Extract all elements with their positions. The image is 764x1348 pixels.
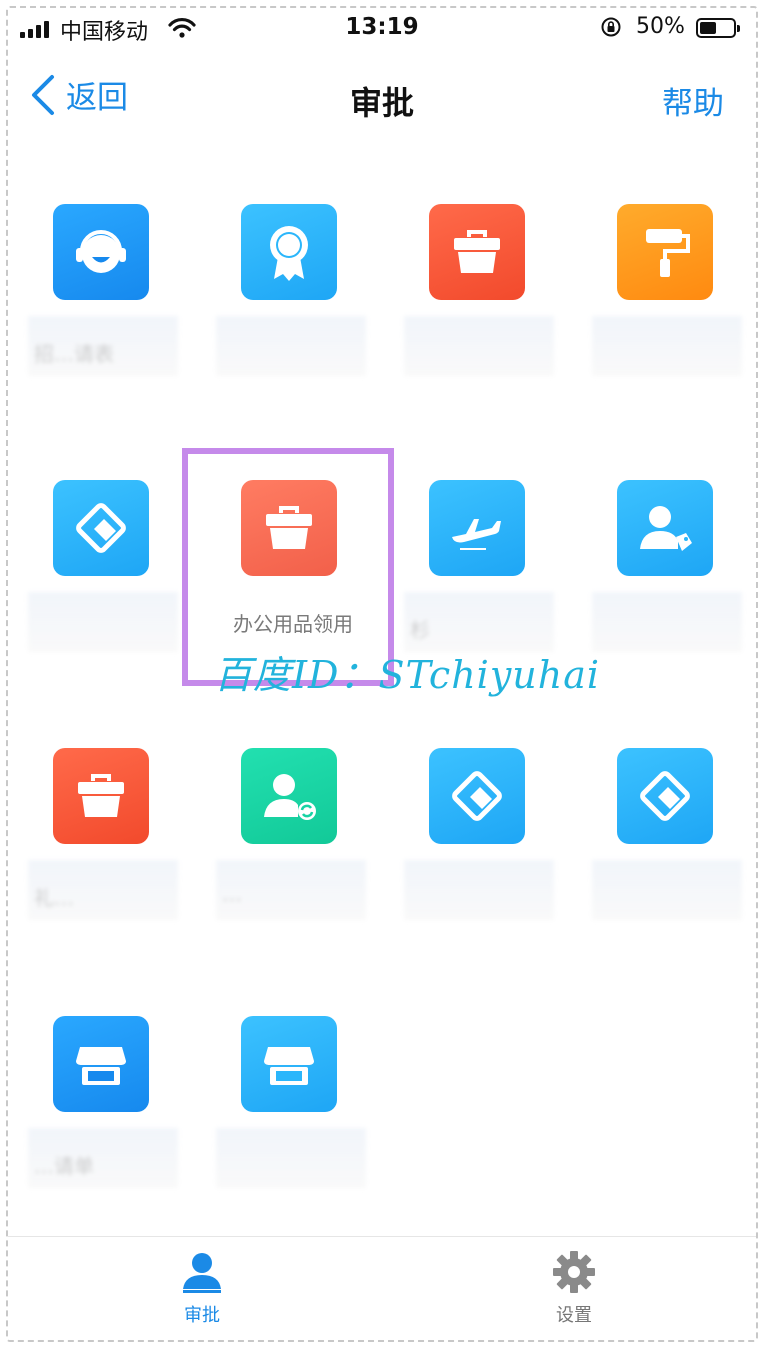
- blurred-label: 礼…: [28, 860, 178, 920]
- battery-icon: [696, 18, 740, 38]
- app-icon: [53, 1016, 149, 1112]
- tab-settings-label: 设置: [556, 1305, 592, 1326]
- blurred-label: [404, 316, 554, 376]
- help-button[interactable]: 帮助: [662, 78, 724, 123]
- rotation-lock-icon: [601, 17, 621, 37]
- blurred-label: [216, 1128, 366, 1188]
- app-tile-handshake-3[interactable]: [580, 748, 756, 968]
- person-refresh-icon: [264, 774, 316, 820]
- app-icon: [617, 748, 713, 844]
- app-icon: [53, 204, 149, 300]
- toolbox-icon: [78, 774, 124, 817]
- app-tile-store-1[interactable]: …请单: [16, 1016, 196, 1236]
- tab-settings[interactable]: 设置: [514, 1249, 634, 1327]
- blurred-label: [28, 592, 178, 652]
- tab-approval[interactable]: 审批: [142, 1249, 262, 1327]
- app-tile-transfer[interactable]: …: [204, 748, 384, 968]
- app-tile-recruitment[interactable]: 招…请表: [16, 204, 196, 424]
- app-tile-store-2[interactable]: [204, 1016, 384, 1236]
- phone-screen: 中国移动 13:19 50% 返回 审批 帮助 招…请表 办公用品领用 杉 礼……: [6, 6, 758, 1342]
- app-icon: [241, 1016, 337, 1112]
- app-tile-decoration[interactable]: [580, 204, 756, 424]
- blurred-label: 杉: [404, 592, 554, 652]
- handshake-icon: [640, 771, 690, 821]
- app-icon: [617, 204, 713, 300]
- award-ribbon-icon: [270, 226, 308, 281]
- storefront-icon: [76, 1047, 126, 1085]
- app-icon: [429, 204, 525, 300]
- handshake-icon: [452, 771, 502, 821]
- app-tile-award[interactable]: [204, 204, 384, 424]
- blurred-label: …请单: [28, 1128, 178, 1188]
- battery-percent: 50%: [636, 14, 685, 39]
- watermark-text: 百度ID：STchiyuhai: [214, 653, 601, 697]
- app-tile-gift[interactable]: 礼…: [16, 748, 196, 968]
- app-icon: [429, 480, 525, 576]
- tab-approval-label: 审批: [184, 1305, 220, 1326]
- app-icon: [241, 748, 337, 844]
- blurred-label: 招…请表: [28, 316, 178, 376]
- app-icon: [53, 480, 149, 576]
- app-tile-handshake-2[interactable]: [392, 748, 572, 968]
- app-tile-person-tag[interactable]: [580, 480, 756, 700]
- nav-bar: 返回 审批 帮助: [8, 58, 756, 138]
- blurred-label: [592, 860, 742, 920]
- app-tile-toolbox-red[interactable]: [392, 204, 572, 424]
- page-title: 审批: [349, 84, 414, 122]
- paint-roller-icon: [646, 229, 690, 277]
- gear-icon: [553, 1251, 595, 1293]
- person-tag-icon: [640, 506, 692, 551]
- storefront-icon: [264, 1047, 314, 1085]
- blurred-label: [216, 316, 366, 376]
- app-icon: [617, 480, 713, 576]
- blurred-label: [404, 860, 554, 920]
- headset-smile-icon: [76, 230, 126, 273]
- blurred-label: [592, 592, 742, 652]
- app-icon: [53, 748, 149, 844]
- person-icon: [183, 1253, 221, 1293]
- app-tile-handshake-1[interactable]: [16, 480, 196, 700]
- blurred-label: …: [216, 860, 366, 920]
- app-icon: [241, 204, 337, 300]
- airplane-icon: [452, 519, 501, 550]
- handshake-icon: [76, 503, 126, 553]
- status-bar: 中国移动 13:19 50%: [8, 8, 756, 48]
- tab-bar: 审批 设置: [8, 1236, 756, 1340]
- app-icon: [429, 748, 525, 844]
- blurred-label: [592, 316, 742, 376]
- toolbox-icon: [454, 230, 500, 273]
